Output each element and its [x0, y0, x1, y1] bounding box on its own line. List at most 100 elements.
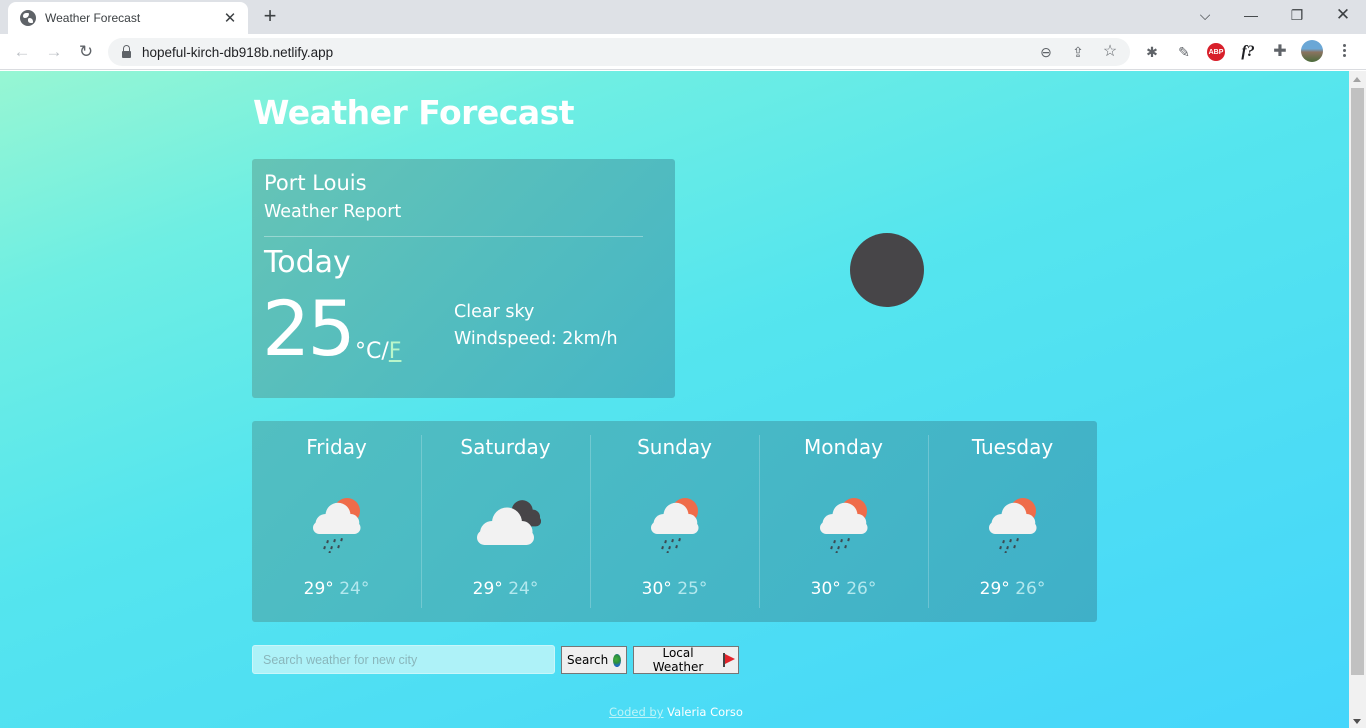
- chevron-down-icon: ⌵: [1199, 7, 1211, 23]
- raindrop: [839, 539, 843, 543]
- scroll-down-arrow[interactable]: [1353, 719, 1361, 724]
- search-button-label: Search: [567, 653, 609, 667]
- reload-icon: ↻: [78, 42, 94, 61]
- rain-sun-icon: [312, 498, 360, 553]
- today-card: Port Louis Weather Report Today 25 °C/F …: [252, 159, 675, 398]
- browser-tab[interactable]: Weather Forecast ✕: [8, 2, 248, 34]
- raindrop: [836, 546, 840, 550]
- forecast-day-name: Monday: [804, 435, 883, 459]
- raindrop: [1012, 545, 1016, 549]
- today-label: Today: [264, 245, 351, 280]
- arrow-left-icon: ←: [13, 42, 31, 61]
- conditions: Clear sky Windspeed: 2km/h: [454, 299, 618, 353]
- temp-min: 24°: [339, 579, 370, 599]
- weather-description: Clear sky: [454, 302, 535, 322]
- unit-fahrenheit-link[interactable]: F: [389, 339, 402, 364]
- forecast-day-name: Friday: [306, 435, 367, 459]
- footer: Coded by Valeria Corso: [609, 705, 743, 719]
- windspeed: Windspeed: 2km/h: [454, 329, 618, 349]
- unit-celsius[interactable]: °C: [355, 339, 381, 364]
- scroll-up-arrow[interactable]: [1353, 77, 1361, 82]
- city-search-input[interactable]: [252, 645, 555, 674]
- forecast-day: Sunday 30° 25°: [590, 421, 759, 622]
- back-button[interactable]: ←: [9, 39, 35, 65]
- coded-by-link[interactable]: Coded by: [609, 705, 664, 719]
- temp-max: 29°: [979, 579, 1010, 599]
- lock-icon: [122, 44, 131, 58]
- close-icon: ✕: [1335, 5, 1351, 24]
- raindrop: [670, 539, 674, 543]
- raindrop: [1003, 551, 1007, 553]
- forecast-day: Friday 29° 24°: [252, 421, 421, 622]
- new-tab-button[interactable]: +: [258, 4, 282, 28]
- raindrop: [322, 546, 326, 550]
- arrow-right-icon: →: [45, 42, 63, 61]
- bug-icon[interactable]: ✱: [1142, 42, 1162, 62]
- divider: [264, 236, 643, 237]
- close-tab-button[interactable]: ✕: [222, 9, 238, 27]
- page-title: Weather Forecast: [253, 93, 575, 132]
- raindrop: [1005, 546, 1009, 550]
- unit-toggle: °C/F: [355, 339, 401, 364]
- search-button[interactable]: Search: [561, 646, 627, 674]
- raindrop: [1001, 540, 1005, 544]
- raindrop: [329, 546, 333, 550]
- rain-sun-icon: [988, 498, 1036, 553]
- share-icon[interactable]: ⇪: [1068, 42, 1088, 62]
- raindrop: [325, 540, 329, 544]
- forecast-day: Saturday 29° 24°: [421, 421, 590, 622]
- temp-max: 30°: [810, 579, 841, 599]
- raindrop: [665, 551, 669, 553]
- forward-button[interactable]: →: [41, 39, 67, 65]
- vertical-scrollbar[interactable]: [1349, 71, 1366, 728]
- raindrop: [843, 545, 847, 549]
- eyedropper-icon[interactable]: ✎: [1174, 42, 1194, 62]
- zoom-out-icon[interactable]: ⊖: [1036, 42, 1056, 62]
- raindrop: [834, 551, 838, 553]
- raindrop: [674, 545, 678, 549]
- city-name: Port Louis: [264, 171, 367, 195]
- raindrop: [339, 538, 343, 542]
- puzzle-icon[interactable]: ✚: [1270, 42, 1290, 62]
- close-window-button[interactable]: ✕: [1320, 0, 1366, 30]
- local-weather-label: Local Weather: [652, 646, 704, 674]
- temp-min: 26°: [846, 579, 877, 599]
- raindrop: [829, 546, 833, 550]
- forecast-panel: Friday 29° 24° Saturday 29° 24° Sunday 3…: [252, 421, 1097, 622]
- raindrop: [332, 539, 336, 543]
- forecast-temps: 29° 26°: [928, 579, 1097, 599]
- tab-search-button[interactable]: ⌵: [1182, 0, 1228, 30]
- raindrop: [663, 540, 667, 544]
- forecast-temps: 29° 24°: [421, 579, 590, 599]
- temp-max: 29°: [472, 579, 503, 599]
- minimize-button[interactable]: —: [1228, 0, 1274, 30]
- restore-button[interactable]: ❐: [1274, 0, 1320, 30]
- forecast-day: Tuesday 29° 26°: [928, 421, 1097, 622]
- local-weather-button[interactable]: Local Weather: [633, 646, 739, 674]
- raindrop: [667, 546, 671, 550]
- raindrop: [1015, 538, 1019, 542]
- font-icon[interactable]: f?: [1238, 42, 1258, 62]
- url-text[interactable]: hopeful-kirch-db918b.netlify.app: [142, 45, 333, 60]
- rain-sun-icon: [650, 498, 698, 553]
- raindrop: [846, 538, 850, 542]
- browser-toolbar: ← → ↻ hopeful-kirch-db918b.netlify.app ⊖…: [0, 34, 1366, 70]
- cloudy-icon: [476, 500, 541, 545]
- temp-min: 26°: [1015, 579, 1046, 599]
- current-temperature: 25: [262, 284, 356, 373]
- forecast-day: Monday 30° 26°: [759, 421, 928, 622]
- address-bar[interactable]: hopeful-kirch-db918b.netlify.app ⊖ ⇪ ☆: [108, 38, 1130, 66]
- unit-separator: /: [381, 339, 389, 364]
- star-icon[interactable]: ☆: [1100, 42, 1120, 62]
- adblock-icon[interactable]: ABP: [1207, 43, 1225, 61]
- restore-icon: ❐: [1290, 7, 1304, 23]
- avatar[interactable]: [1301, 40, 1323, 62]
- forecast-day-name: Tuesday: [971, 435, 1054, 459]
- reload-button[interactable]: ↻: [73, 39, 99, 65]
- page-viewport: Weather Forecast Port Louis Weather Repo…: [0, 71, 1349, 728]
- minimize-icon: —: [1244, 7, 1258, 23]
- raindrop: [677, 538, 681, 542]
- scroll-thumb[interactable]: [1351, 88, 1364, 675]
- more-vert-icon[interactable]: [1336, 42, 1352, 62]
- raindrop: [832, 540, 836, 544]
